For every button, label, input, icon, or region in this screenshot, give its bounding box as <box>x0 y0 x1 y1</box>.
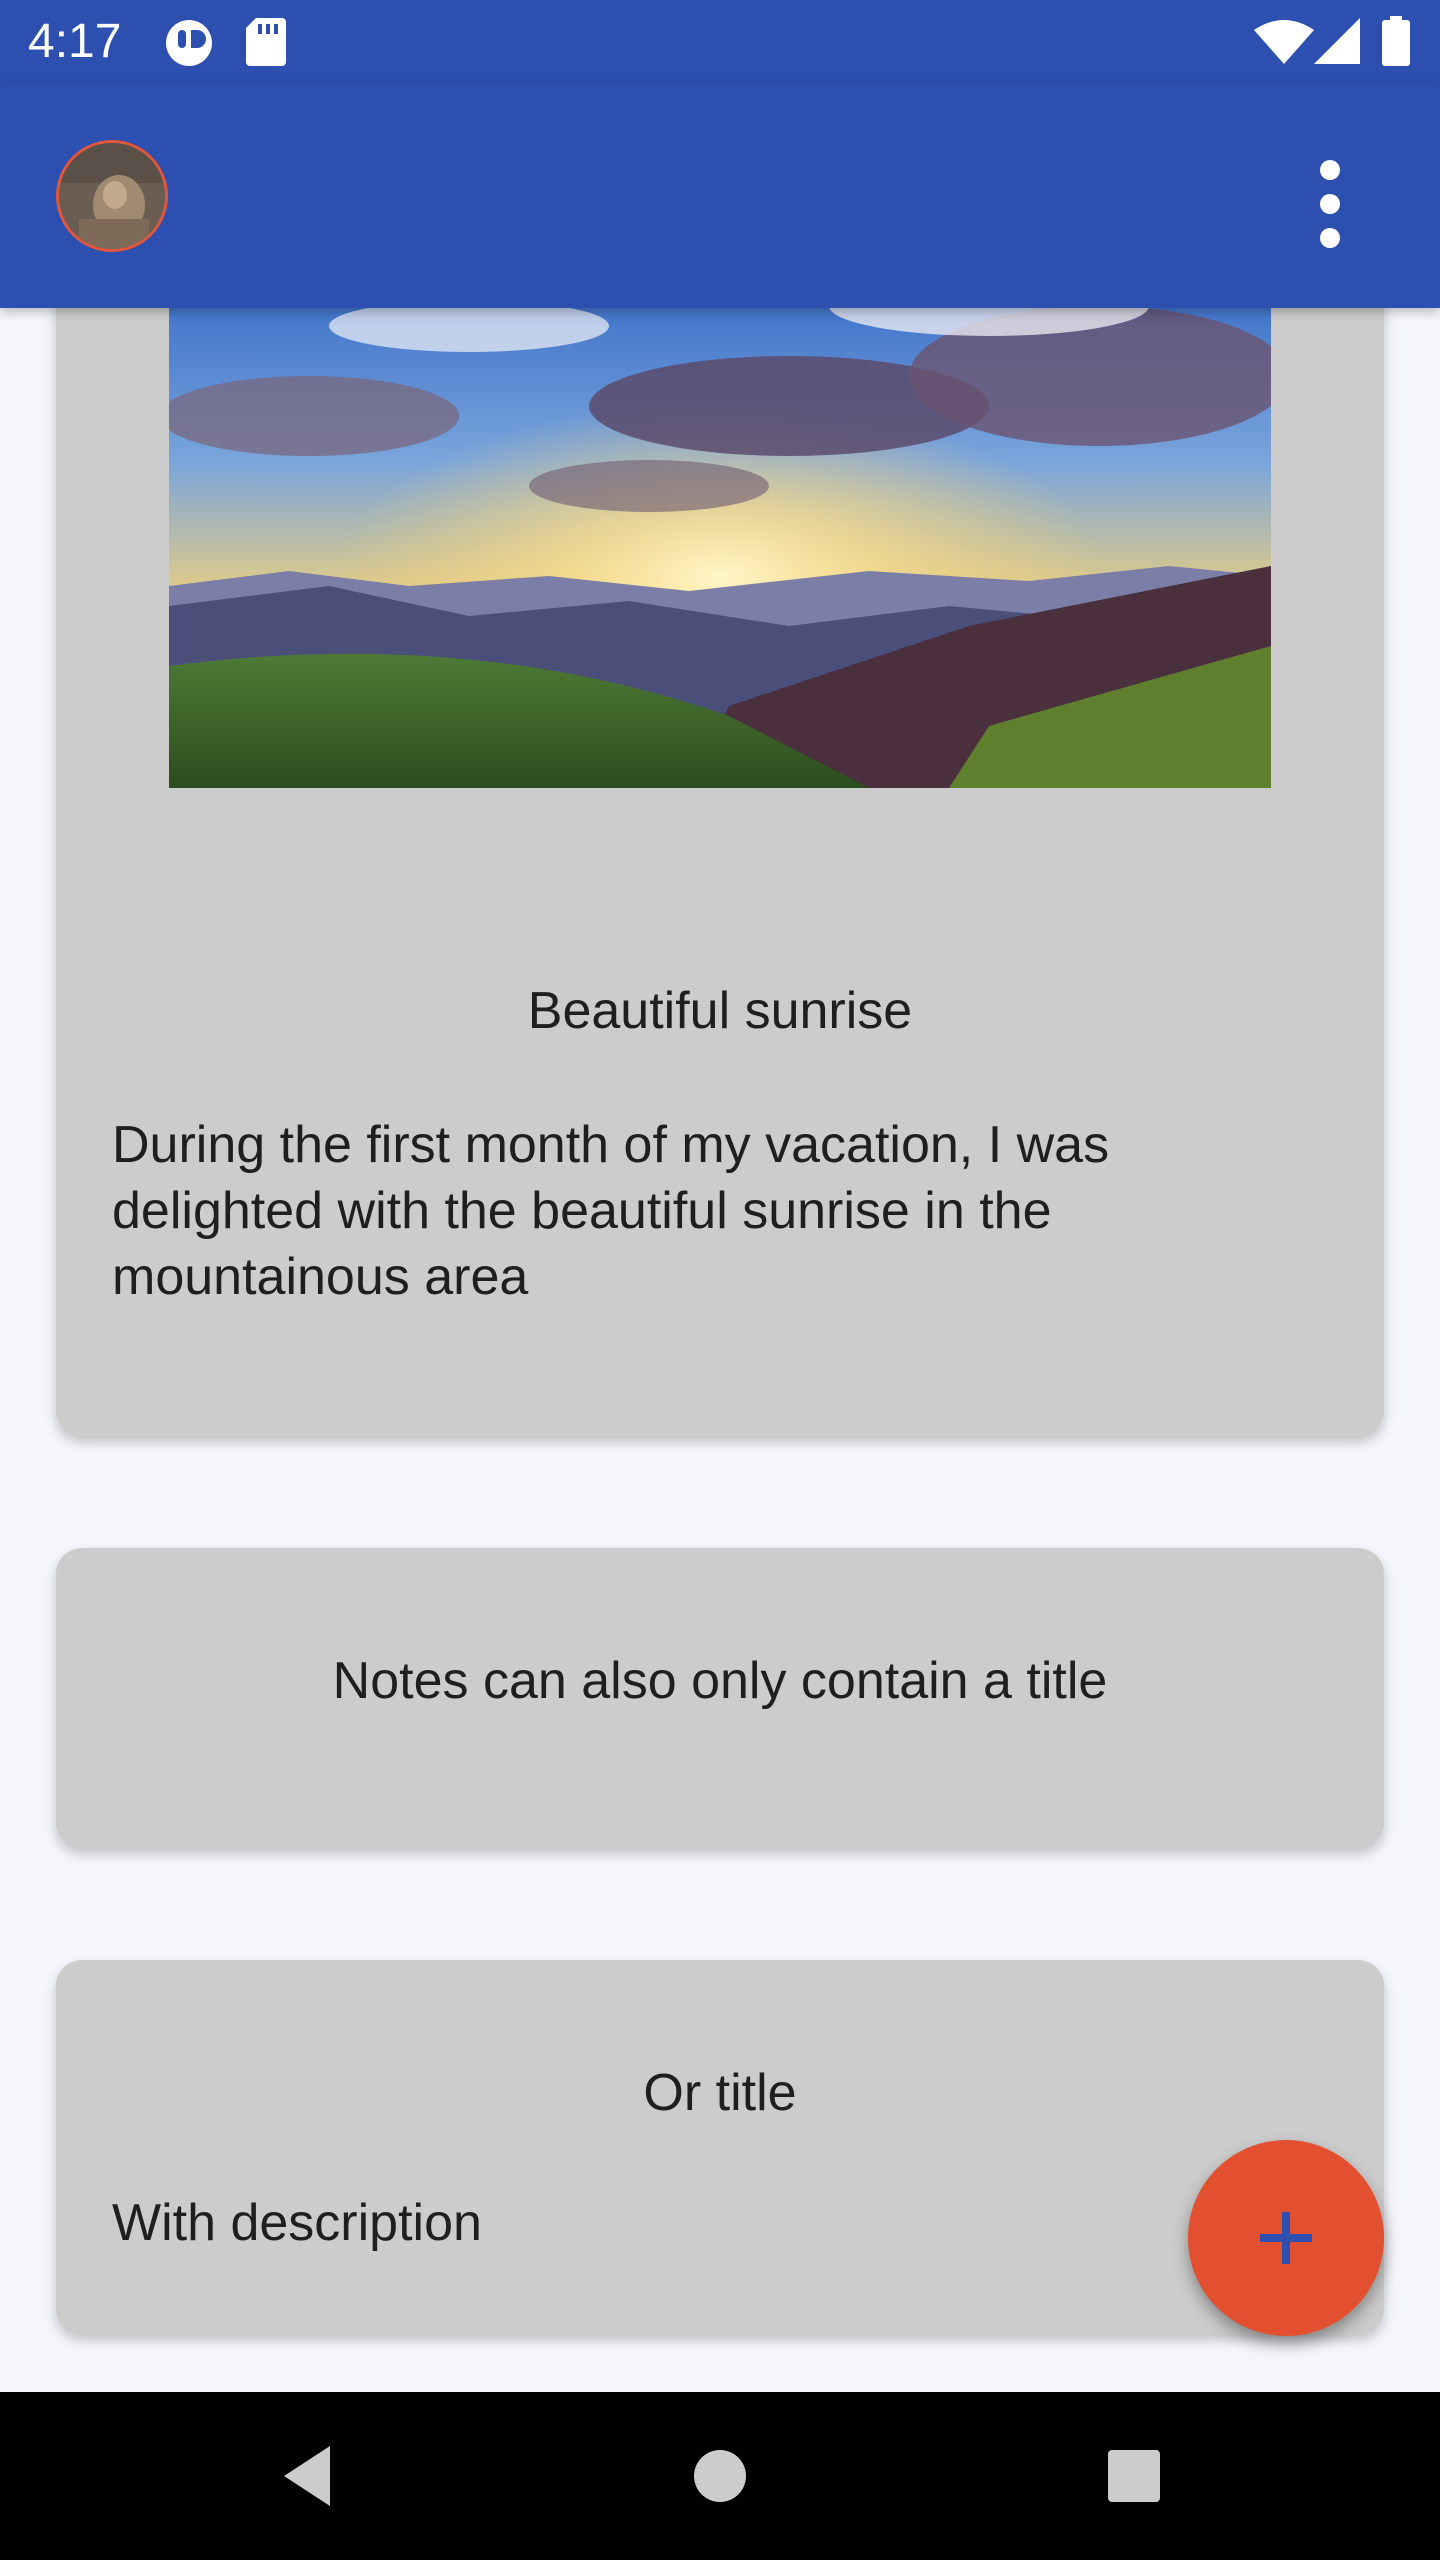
sunrise-mountains-image <box>169 308 1271 788</box>
status-time: 4:17 <box>28 15 122 68</box>
notes-list[interactable]: Beautiful sunrise During the first month… <box>0 308 1440 2392</box>
note-card[interactable]: Beautiful sunrise During the first month… <box>56 308 1384 1436</box>
note-card[interactable]: Notes can also only contain a title <box>56 1548 1384 1848</box>
app-bar <box>0 84 1440 308</box>
navigation-bar <box>0 2392 1440 2560</box>
app-notification-icon <box>166 20 212 66</box>
home-icon[interactable] <box>680 2436 760 2516</box>
note-title: Notes can also only contain a title <box>332 1652 1108 1710</box>
avatar[interactable] <box>56 140 168 252</box>
add-note-button[interactable] <box>1188 2140 1384 2336</box>
note-title: Beautiful sunrise <box>527 982 913 1040</box>
note-card[interactable]: Or title With description <box>56 1960 1384 2334</box>
back-icon[interactable] <box>270 2436 350 2516</box>
overflow-menu-button[interactable] <box>1300 154 1360 254</box>
cell-signal-icon <box>1314 18 1360 64</box>
avatar-image <box>59 143 165 249</box>
status-bar: 4:17 <box>0 0 1440 84</box>
plus-icon <box>1260 2212 1312 2264</box>
note-description: During the first month of my vacation, I… <box>112 1116 1110 1306</box>
sd-card-icon <box>246 18 286 66</box>
note-description: With description <box>112 2194 482 2252</box>
more-vert-icon <box>1320 160 1340 248</box>
recents-icon[interactable] <box>1094 2436 1174 2516</box>
note-title: Or title <box>643 2064 797 2122</box>
wifi-icon <box>1254 20 1314 64</box>
battery-icon <box>1382 16 1410 66</box>
note-image <box>169 308 1271 788</box>
